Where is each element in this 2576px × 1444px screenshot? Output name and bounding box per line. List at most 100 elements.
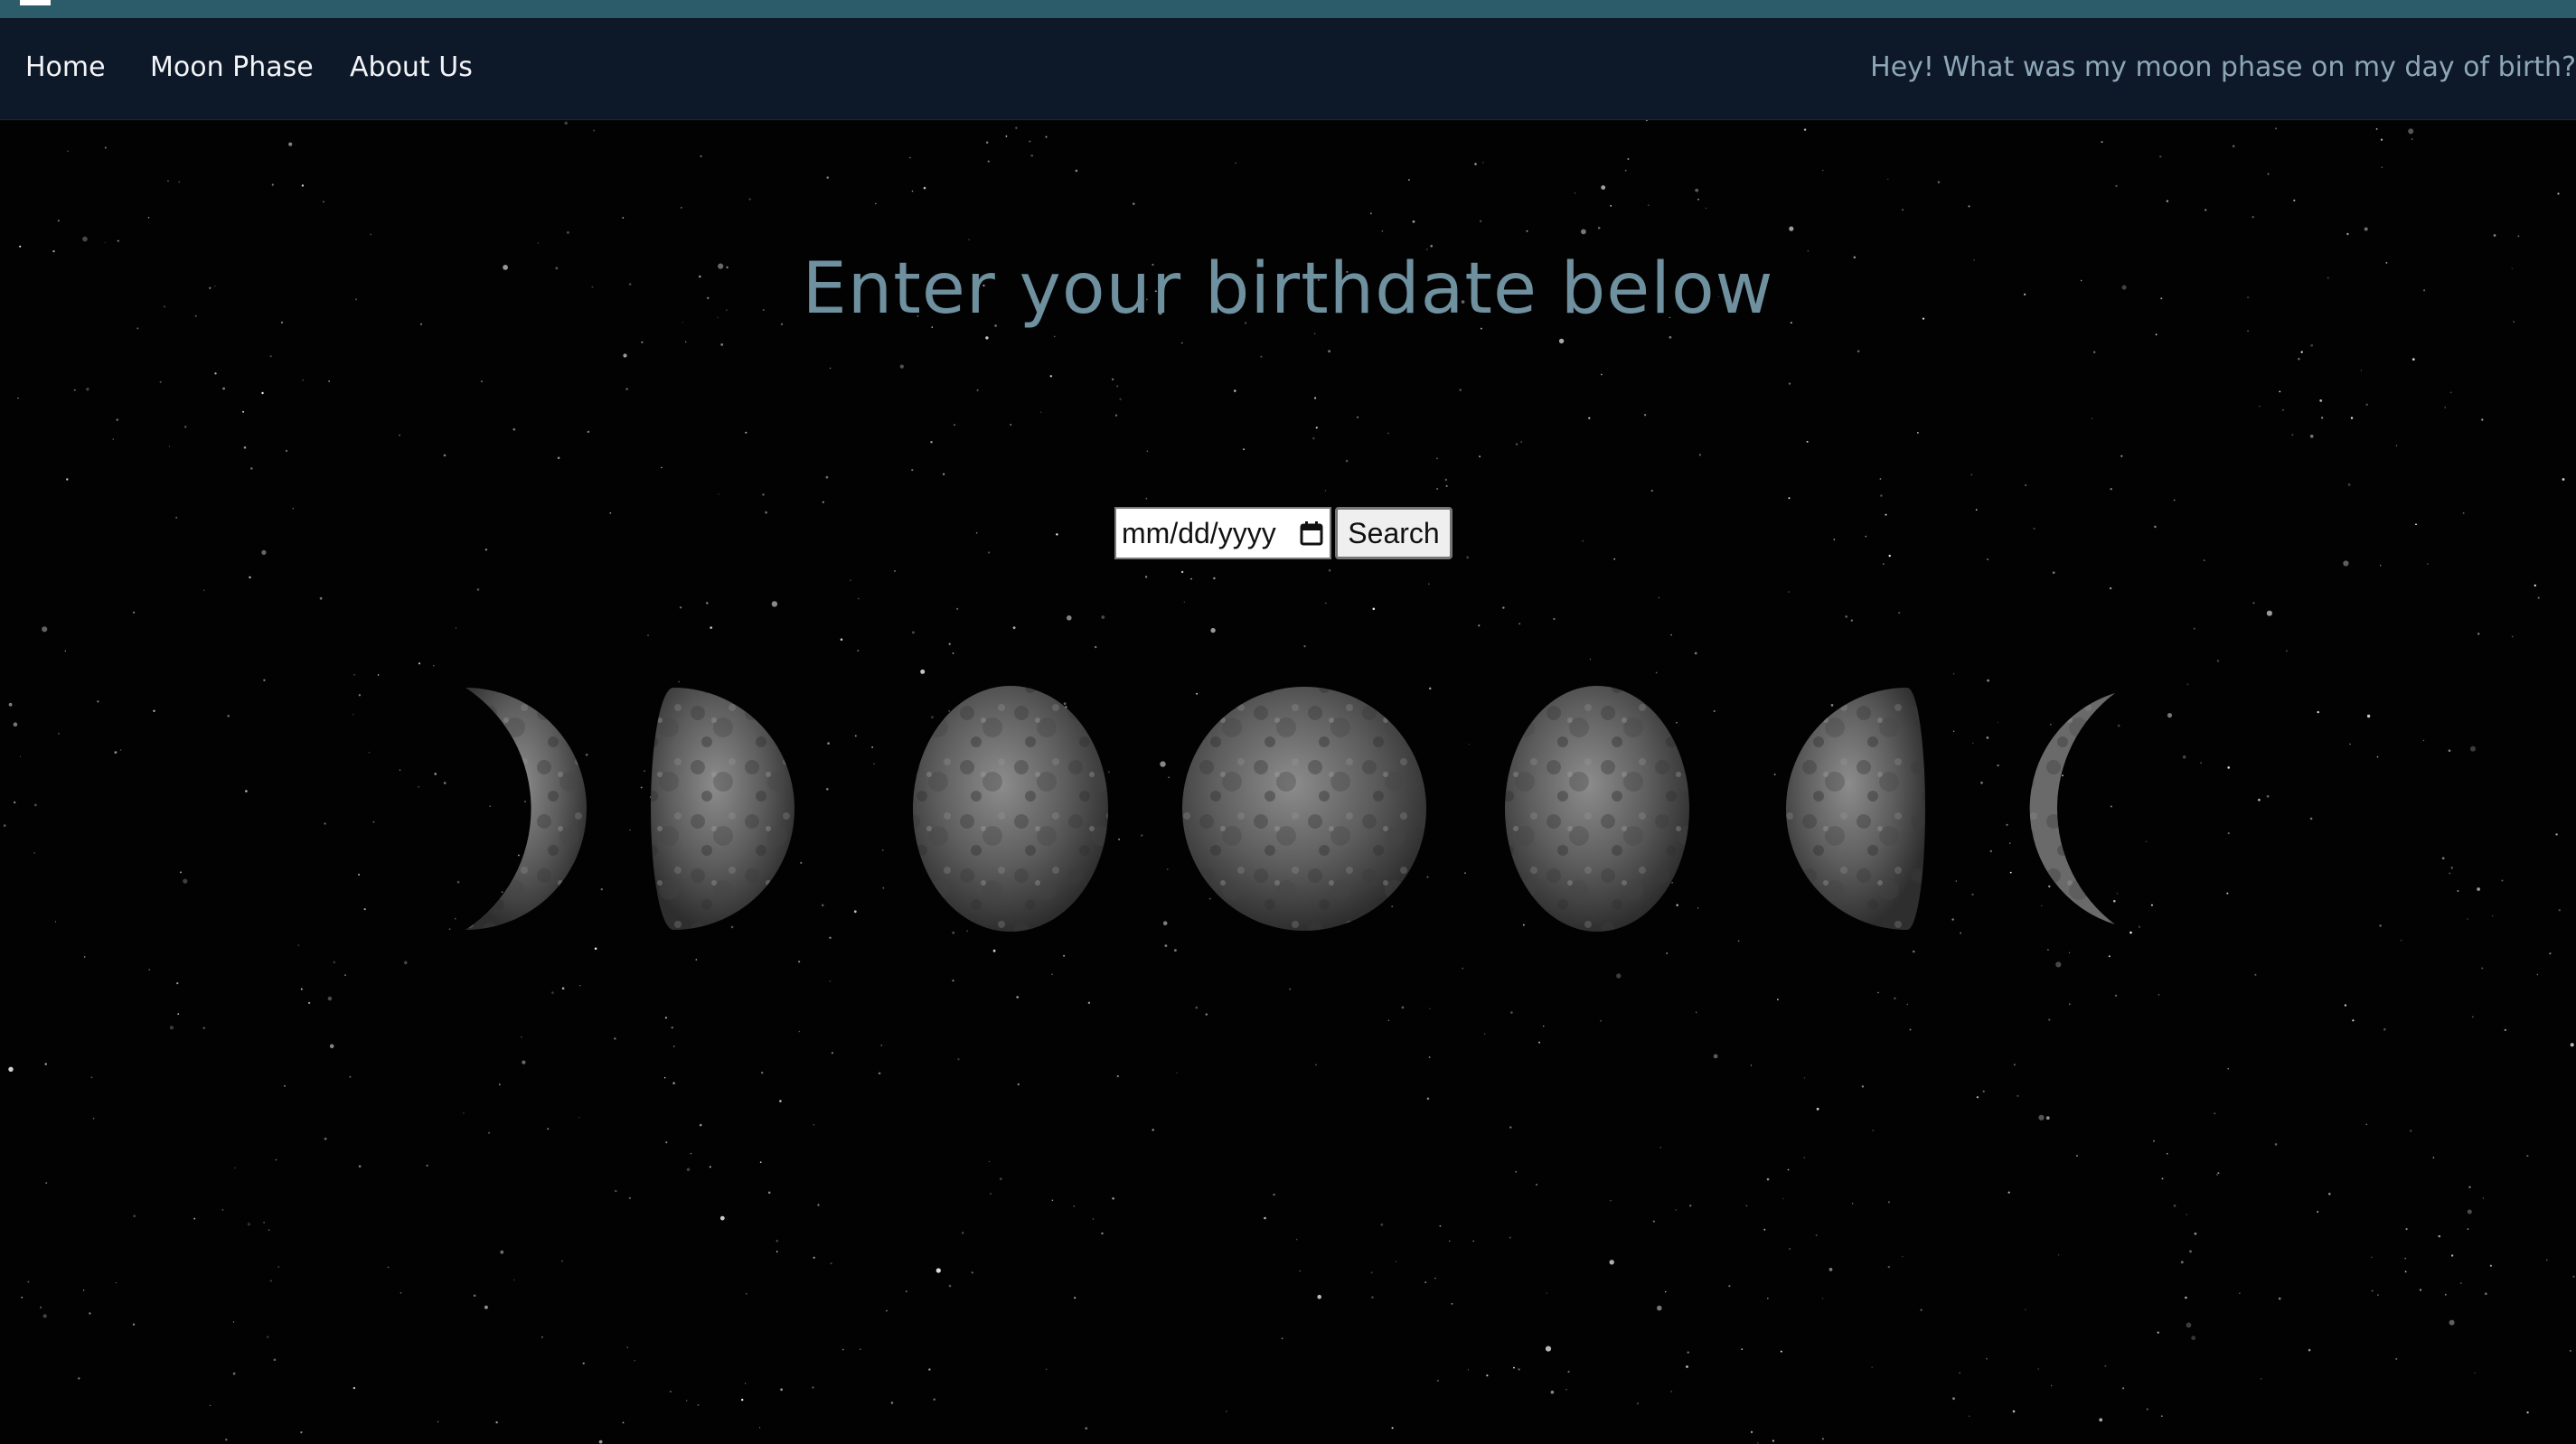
star (132, 1323, 136, 1326)
moon-phases-row (465, 686, 2115, 932)
star (647, 634, 649, 636)
star (2410, 1130, 2412, 1132)
menu-icon[interactable] (20, 0, 51, 5)
star (2115, 184, 2118, 188)
star (269, 1280, 272, 1282)
search-button[interactable]: Search (1335, 507, 1453, 559)
star (1434, 1277, 1436, 1280)
star (1879, 478, 1882, 480)
star (2308, 1348, 2311, 1352)
star (850, 579, 851, 581)
star (1589, 658, 1591, 661)
star (1624, 169, 1627, 172)
star (1601, 185, 1606, 190)
star (418, 662, 421, 665)
star (1616, 973, 1622, 979)
star (90, 1076, 93, 1079)
star (1303, 645, 1306, 648)
star (1152, 1129, 1154, 1131)
nav-link-moon-phase[interactable]: Moon Phase (150, 49, 314, 87)
star (167, 180, 169, 183)
star (1180, 570, 1184, 574)
star (2186, 1322, 2192, 1328)
star (1281, 1337, 1283, 1339)
star (622, 217, 625, 219)
star (2449, 1319, 2455, 1326)
star (1391, 1427, 1394, 1430)
star (2291, 434, 2294, 436)
star (541, 1336, 543, 1338)
star (1829, 1268, 1833, 1271)
star (1694, 652, 1697, 655)
star (73, 389, 76, 391)
star (2252, 216, 2254, 219)
star (86, 388, 89, 391)
star (1882, 563, 1885, 566)
star (1850, 619, 1853, 622)
star (443, 454, 447, 457)
star (1686, 1365, 1688, 1368)
star (909, 156, 911, 159)
star (681, 207, 682, 209)
star (1387, 1019, 1390, 1021)
star (1226, 1411, 1227, 1412)
star (1474, 163, 1477, 165)
star (1885, 513, 1887, 516)
birthdate-input[interactable]: mm/dd/yyyy (1114, 507, 1331, 559)
star (1260, 355, 1263, 358)
star (628, 1196, 632, 1199)
star (2068, 1003, 2071, 1006)
star (1865, 535, 1867, 538)
star (1451, 1303, 1453, 1305)
star (875, 202, 877, 205)
star (2146, 1408, 2148, 1411)
star (557, 456, 560, 460)
star (1426, 1097, 1430, 1101)
calendar-icon[interactable] (1299, 520, 1324, 546)
star (1017, 1083, 1020, 1086)
nav-link-about-us[interactable]: About Us (350, 49, 473, 87)
star (1015, 127, 1018, 129)
star (1345, 459, 1349, 463)
star (112, 438, 114, 440)
star (2101, 141, 2103, 144)
star (1887, 178, 1889, 180)
star (2411, 138, 2413, 140)
star (1513, 1366, 1515, 1369)
star (512, 1279, 515, 1281)
star (2319, 399, 2323, 402)
star (1536, 1184, 1537, 1186)
star (857, 650, 860, 652)
star (2115, 994, 2118, 997)
star (175, 516, 178, 519)
star (2365, 403, 2368, 406)
star (2173, 1205, 2176, 1207)
star (2309, 435, 2314, 438)
star (1857, 350, 1860, 352)
star (1449, 1240, 1451, 1242)
star (771, 601, 778, 607)
star (2346, 232, 2349, 236)
star (273, 1358, 277, 1362)
star (798, 961, 801, 963)
star (1087, 1001, 1091, 1004)
star (587, 430, 590, 434)
star (886, 1309, 888, 1312)
star (1092, 1218, 1095, 1220)
star (2267, 173, 2270, 175)
star (745, 1292, 747, 1295)
nav-link-home[interactable]: Home (25, 49, 106, 87)
star (720, 343, 724, 346)
star (2033, 527, 2035, 530)
star (1902, 1255, 1904, 1258)
star (261, 549, 267, 555)
star (1324, 490, 1327, 492)
star (263, 1222, 265, 1224)
star (930, 441, 933, 444)
star (2380, 138, 2383, 141)
star (2504, 1028, 2506, 1031)
star (1328, 568, 1331, 572)
star (952, 652, 954, 654)
star (1429, 1008, 1431, 1009)
star (1051, 973, 1053, 976)
